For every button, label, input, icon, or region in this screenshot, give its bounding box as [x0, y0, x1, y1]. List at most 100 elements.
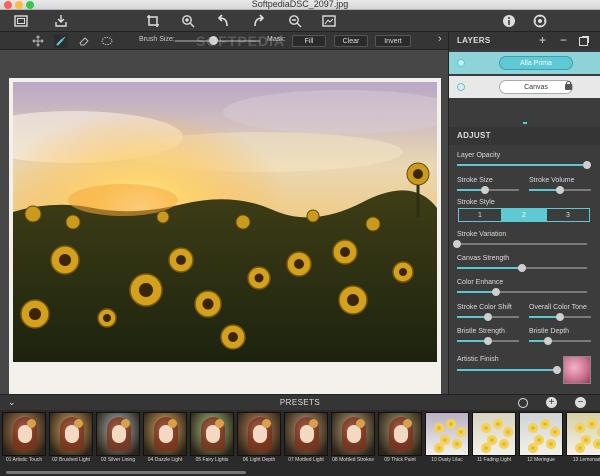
brush-tool-button[interactable]	[54, 34, 68, 48]
preset-thumbnail[interactable]	[472, 412, 516, 456]
redo-button[interactable]	[250, 12, 268, 30]
color-enhance-slider[interactable]	[457, 288, 587, 296]
preset-item[interactable]: 10 Dusty Lilac	[425, 412, 469, 468]
zoom-in-button[interactable]	[179, 12, 197, 30]
slider-knob[interactable]	[553, 366, 561, 374]
info-button[interactable]	[500, 12, 518, 30]
presets-settings-icon[interactable]	[518, 398, 528, 408]
bristle-depth-slider[interactable]	[529, 337, 591, 345]
layer-opacity-slider[interactable]	[457, 161, 591, 169]
fit-screen-button[interactable]	[320, 12, 338, 30]
fill-button[interactable]: Fill	[292, 35, 326, 47]
open-image-button[interactable]	[12, 12, 30, 30]
preset-item[interactable]: 07 Mottled Light	[284, 412, 328, 468]
layers-resize-handle[interactable]	[523, 122, 527, 124]
eraser-tool-button[interactable]	[77, 34, 91, 48]
settings-button[interactable]	[531, 12, 549, 30]
redo-icon	[254, 14, 265, 27]
preset-thumbnail[interactable]	[378, 412, 422, 456]
preset-thumbnail[interactable]	[331, 412, 375, 456]
presets-scrollbar[interactable]	[6, 471, 246, 474]
slider-knob[interactable]	[543, 337, 552, 345]
flower-bloom	[434, 443, 444, 453]
preset-thumbnail[interactable]	[237, 412, 281, 456]
preset-thumbnail[interactable]	[425, 412, 469, 456]
stroke-style-option-3[interactable]: 3	[546, 208, 590, 222]
preset-item[interactable]: 02 Brushed Light	[49, 412, 93, 468]
canvas-strength-slider[interactable]	[457, 264, 587, 272]
stroke-style-option-2[interactable]: 2	[502, 208, 546, 222]
preset-item[interactable]: 01 Artistic Touch	[2, 412, 46, 468]
preset-thumbnail[interactable]	[190, 412, 234, 456]
preset-item[interactable]: 12 Meringue	[519, 412, 563, 468]
preset-thumbnail[interactable]	[2, 412, 46, 456]
adjust-header: ADJUST	[449, 127, 600, 145]
undo-button[interactable]	[214, 12, 232, 30]
slider-knob[interactable]	[556, 313, 564, 321]
duplicate-layer-icon[interactable]	[579, 37, 588, 46]
flower-bloom	[575, 443, 585, 453]
add-preset-button[interactable]: +	[546, 397, 557, 408]
zoom-out-button[interactable]	[286, 12, 304, 30]
layer-visibility-toggle[interactable]	[457, 59, 465, 67]
bristle-strength-slider[interactable]	[457, 337, 519, 345]
preset-item[interactable]: 11 Fading Light	[472, 412, 516, 468]
artistic-finish-texture-swatch[interactable]	[563, 356, 591, 384]
painted-photo[interactable]	[9, 78, 441, 414]
layer-row-canvas[interactable]: Canvas	[449, 76, 600, 98]
preset-item[interactable]: 09 Thick Paint	[378, 412, 422, 468]
slider-knob[interactable]	[484, 337, 492, 345]
lasso-tool-button[interactable]	[100, 34, 114, 48]
stroke-variation-slider[interactable]	[453, 240, 587, 248]
preset-item[interactable]: 08 Mottled Strokes	[331, 412, 375, 468]
move-icon	[32, 35, 44, 47]
preset-item[interactable]: 06 Light Depth	[237, 412, 281, 468]
slider-knob[interactable]	[492, 288, 500, 296]
flower-bloom	[587, 419, 597, 429]
preset-item[interactable]: 13 Lemonade	[566, 412, 600, 468]
slider-knob[interactable]	[556, 186, 564, 194]
window-title: SoftpediaDSC_2097.jpg	[251, 0, 349, 9]
stroke-size-slider[interactable]	[457, 186, 519, 194]
flower-bloom	[481, 443, 491, 453]
preset-thumbnail[interactable]	[143, 412, 187, 456]
flower-bloom	[546, 439, 556, 449]
import-button[interactable]	[52, 12, 70, 30]
title-bar: SoftpediaDSC_2097.jpg	[0, 0, 600, 10]
slider-knob[interactable]	[484, 313, 492, 321]
fit-screen-icon	[322, 15, 336, 27]
preset-item[interactable]: 05 Fairy Lights	[190, 412, 234, 468]
layer-row-alla-prima[interactable]: Alla Prima	[449, 52, 600, 74]
preset-item[interactable]: 04 Dazzle Light	[143, 412, 187, 468]
preset-thumbnail[interactable]	[49, 412, 93, 456]
slider-knob[interactable]	[480, 186, 489, 194]
layer-visibility-toggle[interactable]	[457, 83, 465, 91]
crop-button[interactable]	[144, 12, 162, 30]
stroke-style-option-1[interactable]: 1	[458, 208, 502, 222]
slider-knob[interactable]	[453, 240, 461, 248]
overall-color-tone-slider[interactable]	[529, 313, 591, 321]
flower-bloom	[593, 439, 600, 449]
slider-knob[interactable]	[518, 264, 526, 272]
preset-item[interactable]: 03 Silver Lining	[96, 412, 140, 468]
slider-knob[interactable]	[583, 161, 591, 169]
collapse-panel-button[interactable]: ›	[438, 33, 442, 45]
preset-thumbnail[interactable]	[519, 412, 563, 456]
stroke-size-label: Stroke Size	[457, 177, 493, 184]
right-panel: LAYERS + − Alla Prima Canvas ADJUST Laye…	[448, 32, 600, 394]
lasso-icon	[101, 36, 113, 46]
remove-layer-button[interactable]: −	[560, 33, 567, 47]
preset-thumbnail[interactable]	[566, 412, 600, 456]
add-layer-button[interactable]: +	[539, 33, 546, 47]
move-tool-button[interactable]	[31, 34, 45, 48]
preset-name: 11 Fading Light	[476, 457, 512, 463]
preset-thumbnail[interactable]	[96, 412, 140, 456]
clear-button[interactable]: Clear	[334, 35, 368, 47]
stroke-color-shift-slider[interactable]	[457, 313, 519, 321]
invert-button[interactable]: Invert	[375, 35, 411, 47]
canvas-area[interactable]	[0, 50, 448, 414]
artistic-finish-slider[interactable]	[457, 366, 561, 374]
stroke-volume-slider[interactable]	[529, 186, 591, 194]
preset-thumbnail[interactable]	[284, 412, 328, 456]
remove-preset-button[interactable]: −	[575, 397, 586, 408]
